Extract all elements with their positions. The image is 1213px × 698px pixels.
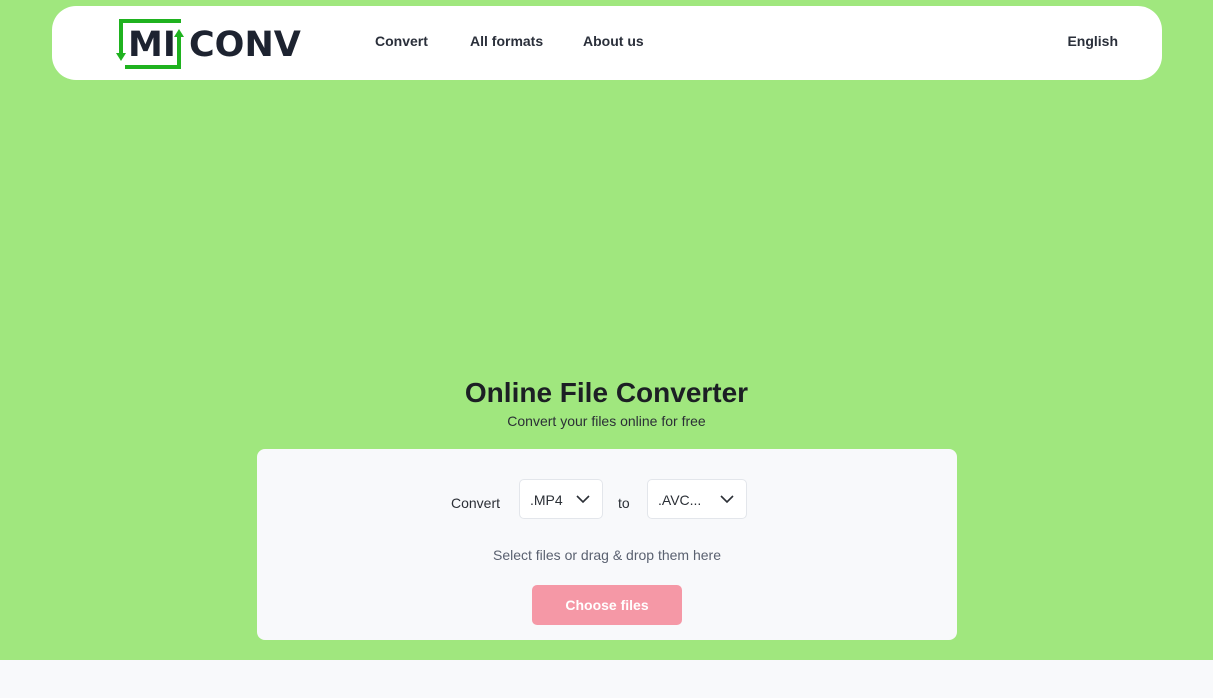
nav-all-formats[interactable]: All formats: [470, 33, 543, 49]
chevron-down-icon: [720, 495, 734, 504]
logo[interactable]: MI CONV: [115, 17, 301, 71]
drop-hint: Select files or drag & drop them here: [492, 547, 721, 563]
from-format-select[interactable]: .MP4: [519, 479, 603, 519]
to-format-value: .AVC...: [658, 492, 702, 508]
to-label: to: [618, 495, 630, 511]
nav-about-us[interactable]: About us: [583, 33, 644, 49]
from-format-value: .MP4: [530, 492, 563, 508]
chevron-down-icon: [576, 495, 590, 504]
converter-card: Convert .MP4 to .AVC... Select files or …: [257, 449, 957, 640]
language-selector[interactable]: English: [1067, 33, 1118, 49]
lower-section: [0, 660, 1213, 698]
to-format-select[interactable]: .AVC...: [647, 479, 747, 519]
logo-text-prefix: MI: [128, 25, 176, 65]
page-title: Online File Converter: [464, 377, 749, 408]
navbar: MI CONV Convert All formats About us Eng…: [52, 6, 1162, 80]
page-subtitle: Convert your files online for free: [507, 413, 706, 429]
choose-files-button[interactable]: Choose files: [532, 585, 682, 625]
convert-label: Convert: [451, 495, 501, 511]
logo-text-suffix: CONV: [189, 25, 301, 65]
nav-convert[interactable]: Convert: [375, 33, 428, 49]
